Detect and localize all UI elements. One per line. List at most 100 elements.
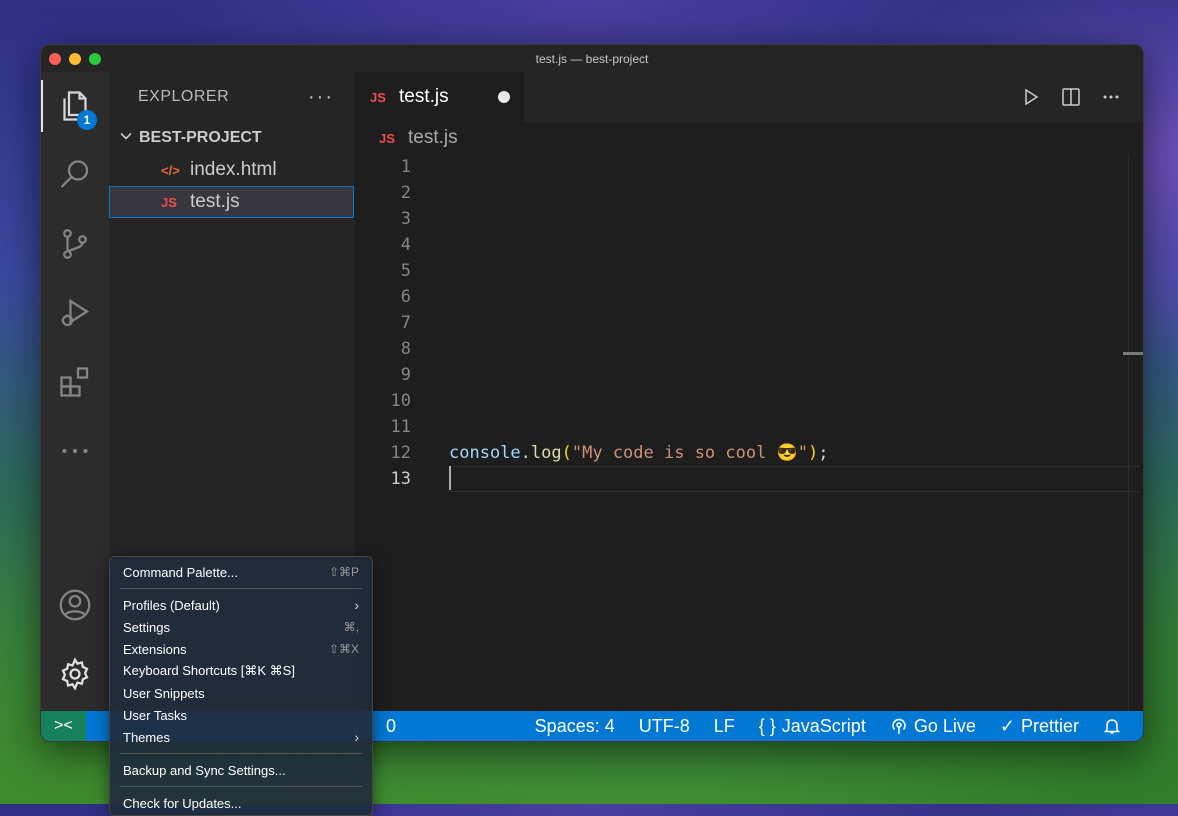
close-window-button[interactable] (49, 53, 61, 65)
chevron-down-icon (117, 129, 135, 148)
window-title: test.js — best-project (535, 51, 649, 66)
account-icon (59, 589, 91, 621)
menu-label: Themes (123, 729, 170, 745)
file-test-js[interactable]: JS test.js (109, 186, 354, 218)
run-file-button[interactable] (1019, 85, 1043, 109)
code-line[interactable]: 12 console.log("My code is so cool 😎"); (354, 440, 1143, 466)
problems-status[interactable]: 0 (386, 716, 396, 737)
code-text: console.log("My code is so cool 😎"); (449, 440, 828, 466)
prettier-label: Prettier (1020, 715, 1079, 736)
line-number: 4 (400, 235, 411, 255)
file-name: test.js (190, 191, 240, 212)
eol-status[interactable]: LF (714, 716, 735, 737)
current-line[interactable]: 13 (354, 466, 1143, 492)
html-file-icon: </> (161, 162, 180, 178)
split-editor-button[interactable] (1059, 85, 1083, 109)
line-number: 3 (400, 209, 411, 229)
editor-area: JS test.js JS test.js 1 2 3 4 5 6 7 8 9 … (354, 72, 1143, 711)
menu-backup-sync[interactable]: Backup and Sync Settings... (110, 759, 372, 781)
menu-themes[interactable]: Themes › (110, 726, 372, 748)
menu-shortcut: ⌘, (343, 620, 359, 634)
run-debug-icon (61, 298, 90, 327)
manage-menu: Command Palette... ⇧⌘P Profiles (Default)… (109, 556, 373, 816)
menu-settings[interactable]: Settings ⌘, (110, 616, 372, 638)
code-editor[interactable]: 1 2 3 4 5 6 7 8 9 10 11 12 console.log("… (354, 154, 1143, 711)
search-button[interactable] (41, 145, 109, 205)
accounts-button[interactable] (41, 575, 109, 635)
remote-button[interactable]: >< (41, 711, 86, 741)
line-number: 11 (390, 417, 411, 437)
manage-button[interactable] (41, 644, 109, 704)
more-icon (62, 448, 88, 454)
breadcrumb-file: test.js (408, 127, 458, 148)
explorer-more-button[interactable]: ··· (308, 86, 334, 109)
tab-bar: JS test.js (354, 72, 1143, 122)
menu-profiles[interactable]: Profiles (Default) › (110, 594, 372, 616)
braces-icon: { } (758, 715, 776, 736)
line-number: 1 (400, 157, 411, 177)
status-right: Spaces: 4 UTF-8 LF { } JavaScript Go Liv… (535, 716, 1143, 737)
text-cursor (449, 466, 451, 490)
chevron-right-icon: › (354, 729, 359, 745)
token-punctuation: ; (818, 443, 829, 463)
extensions-icon (60, 367, 89, 397)
tab-test-js[interactable]: JS test.js (354, 72, 524, 122)
minimize-window-button[interactable] (69, 53, 81, 65)
go-live-label: Go Live (913, 715, 976, 736)
editor-more-button[interactable] (1099, 85, 1123, 109)
explorer-title: EXPLORER (138, 88, 230, 105)
explorer-badge: 1 (77, 110, 97, 130)
source-control-button[interactable] (41, 214, 109, 274)
line-number: 2 (400, 183, 411, 203)
menu-keyboard-shortcuts[interactable]: Keyboard Shortcuts [⌘K ⌘S] (110, 660, 372, 682)
indentation-status[interactable]: Spaces: 4 (535, 716, 615, 737)
prettier-status[interactable]: ✓ Prettier (1000, 716, 1079, 737)
menu-label: Extensions (123, 641, 187, 657)
line-number: 9 (400, 365, 411, 385)
js-file-icon: JS (161, 194, 177, 210)
menu-shortcut: ⇧⌘X (328, 642, 359, 656)
scrollbar-cursor-marker (1123, 352, 1143, 355)
more-views-button[interactable] (41, 421, 109, 481)
explorer-header: EXPLORER ··· (109, 72, 354, 122)
zoom-window-button[interactable] (89, 53, 101, 65)
menu-separator (120, 753, 362, 754)
menu-check-updates[interactable]: Check for Updates... (110, 792, 372, 814)
gear-icon (61, 657, 89, 691)
split-editor-icon (1062, 88, 1080, 106)
language-mode-status[interactable]: { } JavaScript (759, 716, 866, 737)
menu-separator (120, 588, 362, 589)
menu-command-palette[interactable]: Command Palette... ⇧⌘P (110, 561, 372, 583)
activity-bar: 1 (41, 72, 109, 711)
menu-user-snippets[interactable]: User Snippets (110, 682, 372, 704)
go-live-button[interactable]: Go Live (890, 716, 976, 737)
menu-label: Keyboard Shortcuts [⌘K ⌘S] (123, 663, 295, 678)
line-number: 7 (400, 313, 411, 333)
menu-label: Profiles (Default) (123, 597, 220, 613)
language-label: JavaScript (781, 715, 866, 736)
more-icon (1103, 95, 1119, 99)
run-debug-button[interactable] (41, 283, 109, 343)
explorer-button[interactable]: 1 (41, 76, 109, 136)
token-function: log (530, 443, 562, 463)
extensions-button[interactable] (41, 352, 109, 412)
line-number: 12 (390, 443, 411, 463)
menu-label: Command Palette... (123, 564, 238, 580)
encoding-status[interactable]: UTF-8 (639, 716, 690, 737)
file-index-html[interactable]: </> index.html (109, 154, 354, 186)
line-number: 10 (390, 391, 411, 411)
breadcrumb[interactable]: JS test.js (354, 122, 1143, 154)
token-bracket: ( (561, 443, 572, 463)
title-bar: test.js — best-project (41, 45, 1143, 73)
notifications-button[interactable] (1103, 717, 1121, 735)
menu-label: Backup and Sync Settings... (123, 762, 286, 778)
line-number: 13 (390, 469, 411, 489)
current-line-highlight (449, 466, 1140, 492)
vertical-scrollbar[interactable] (1123, 154, 1143, 711)
unsaved-dot-icon[interactable] (498, 91, 510, 103)
project-folder[interactable]: BEST-PROJECT (109, 122, 354, 154)
file-name: index.html (190, 159, 277, 180)
menu-user-tasks[interactable]: User Tasks (110, 704, 372, 726)
token-variable: console (449, 443, 521, 463)
menu-extensions[interactable]: Extensions ⇧⌘X (110, 638, 372, 660)
